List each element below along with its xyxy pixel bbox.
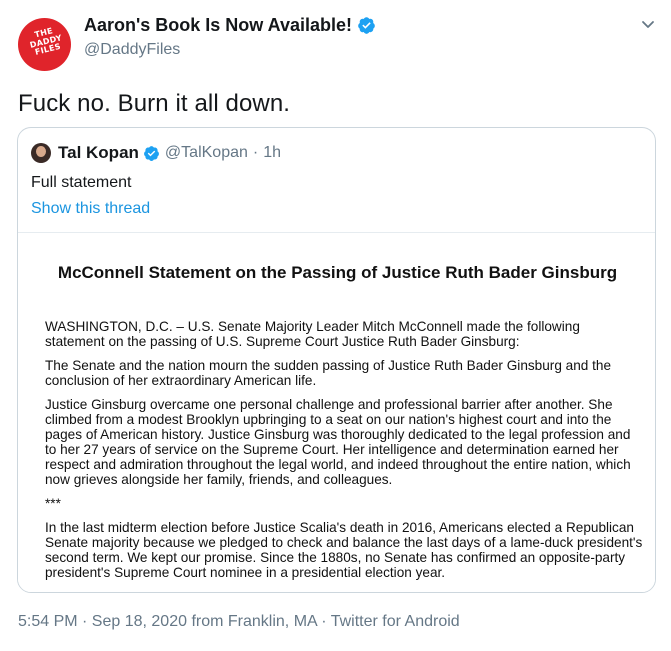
author-handle[interactable]: @DaddyFiles [84,41,180,59]
verified-badge-icon [143,145,160,162]
quoted-timestamp[interactable]: 1h [263,144,281,162]
author-name-row: Aaron's Book Is Now Available! [84,15,376,36]
quoted-tweet[interactable]: Tal Kopan @TalKopan · 1h Full statement … [17,127,656,593]
statement-body: WASHINGTON, D.C. – U.S. Senate Majority … [45,319,643,589]
quoted-handle[interactable]: @TalKopan [165,144,248,162]
quoted-tweet-text: Full statement [31,174,132,191]
statement-paragraph: The Senate and the nation mourn the sudd… [45,358,612,388]
statement-image[interactable]: McConnell Statement on the Passing of Ju… [18,232,655,592]
statement-paragraph: In the last midterm election before Just… [45,520,643,580]
statement-separator: *** [45,496,61,511]
chevron-down-icon[interactable] [638,14,658,34]
quoted-display-name[interactable]: Tal Kopan [58,143,139,163]
show-thread-link[interactable]: Show this thread [31,200,150,218]
tweet-header: THE DADDY FILES Aaron's Book Is Now Avai… [18,14,658,74]
statement-paragraph: Justice Ginsburg overcame one personal c… [45,397,631,487]
statement-title: McConnell Statement on the Passing of Ju… [57,263,618,282]
tweet-timestamp[interactable]: 5:54 PM · Sep 18, 2020 from Franklin, MA… [18,613,460,631]
quoted-author-row: Tal Kopan @TalKopan · 1h [58,143,281,163]
statement-paragraph: WASHINGTON, D.C. – U.S. Senate Majority … [45,319,580,349]
author-avatar[interactable]: THE DADDY FILES [18,18,71,71]
verified-badge-icon [357,16,376,35]
author-display-name[interactable]: Aaron's Book Is Now Available! [84,15,352,36]
separator-dot: · [252,144,259,161]
tweet-text: Fuck no. Burn it all down. [18,90,291,117]
quoted-author-avatar[interactable] [31,143,51,163]
daddy-files-logo: THE DADDY FILES [28,26,63,57]
